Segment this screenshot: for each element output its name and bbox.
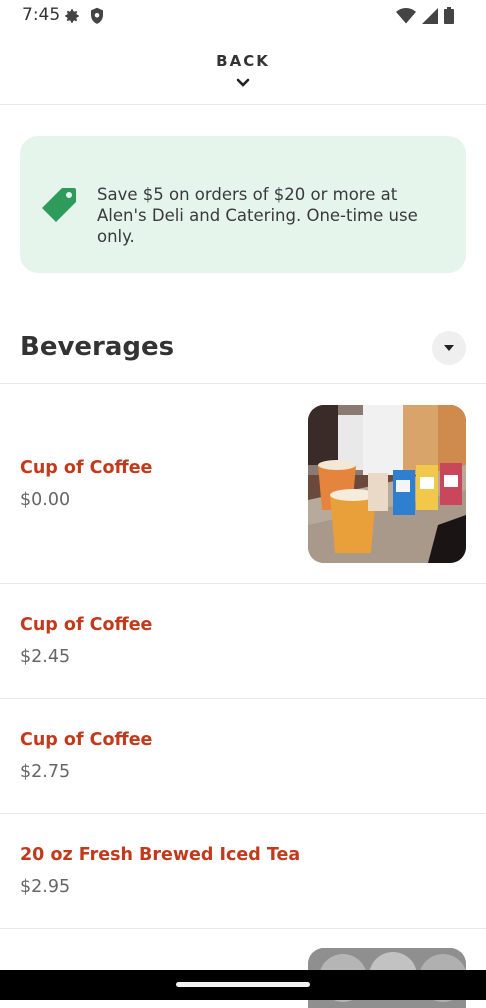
section-title: Beverages [20,332,175,362]
item-price: $2.75 [20,762,71,782]
menu-item[interactable] [0,584,486,698]
promo-banner: Save $5 on orders of $20 or more at Alen… [20,136,466,273]
section-toggle-button[interactable] [432,331,466,365]
item-photo[interactable] [308,405,466,563]
item-name[interactable]: Cup of Coffee [20,730,152,750]
menu-item[interactable] [0,699,486,813]
caret-down-icon [443,339,455,357]
item-price: $2.95 [20,877,71,897]
cellular-signal-icon [422,7,438,29]
system-navigation-bar [0,970,486,1000]
home-gesture-handle[interactable] [176,982,310,987]
header: BACK [0,32,486,105]
status-bar: 7:45 [0,0,486,32]
divider [0,928,486,929]
battery-icon [444,7,454,29]
back-button[interactable]: BACK [0,52,486,70]
item-name[interactable]: 20 oz Fresh Brewed Iced Tea [20,845,300,865]
chevron-down-icon[interactable] [235,76,251,94]
menu-item[interactable] [0,814,486,928]
item-name[interactable]: Cup of Coffee [20,458,152,478]
item-price: $0.00 [20,490,71,510]
status-icons-left [63,7,105,30]
item-price: $2.45 [20,647,71,667]
gear-icon [63,7,81,30]
promo-text: Save $5 on orders of $20 or more at Alen… [97,185,418,246]
price-tag-icon [40,186,78,229]
wifi-icon [396,7,416,29]
shield-icon [89,7,105,30]
status-time: 7:45 [22,5,61,25]
status-icons-right [396,7,454,29]
item-name[interactable]: Cup of Coffee [20,615,152,635]
